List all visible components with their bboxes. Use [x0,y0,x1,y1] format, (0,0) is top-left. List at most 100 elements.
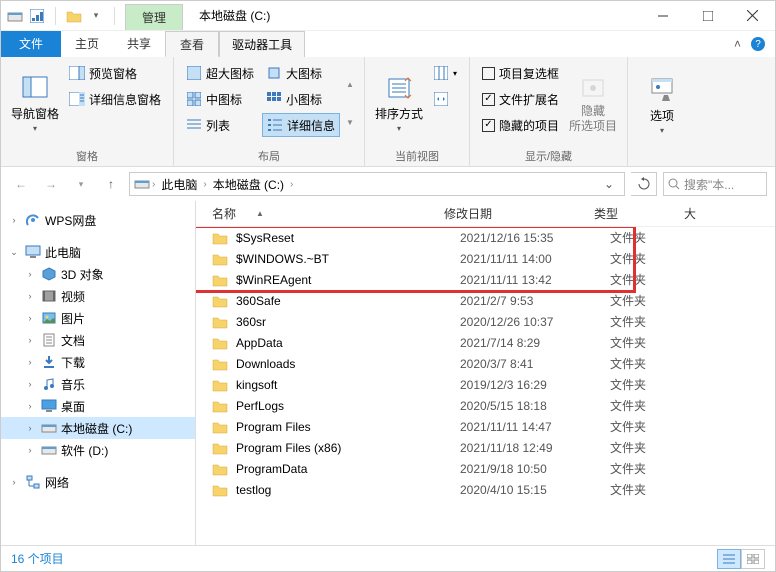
item-checkboxes-toggle[interactable]: 项目复选框 [478,61,563,85]
layout-list[interactable]: 列表 [182,113,258,137]
file-name: ProgramData [236,462,460,476]
tab-view[interactable]: 查看 [165,31,219,57]
nav-drive-c[interactable]: ›本地磁盘 (C:) [1,417,195,439]
table-row[interactable]: testlog2020/4/10 15:15文件夹 [196,479,775,500]
nav-music[interactable]: ›音乐 [1,373,195,395]
minimize-button[interactable] [640,1,685,31]
preview-pane-button[interactable]: 预览窗格 [65,61,165,85]
file-extensions-toggle[interactable]: ✓文件扩展名 [478,87,563,111]
layout-large[interactable]: 大图标 [262,61,340,85]
navigation-pane: ›WPS网盘 ⌄此电脑 ›3D 对象 ›视频 ›图片 ›文档 ›下载 ›音乐 ›… [1,201,196,545]
nav-3d-objects[interactable]: ›3D 对象 [1,263,195,285]
address-bar: ← → ▾ ↑ › 此电脑 › 本地磁盘 (C:) › ⌄ 搜索"本... [1,167,775,201]
file-date: 2021/11/18 12:49 [460,441,610,455]
sort-button[interactable]: 排序方式 ▾ [373,61,425,146]
file-type: 文件夹 [610,481,700,498]
hide-selected-button[interactable]: 隐藏 所选项目 [567,61,619,146]
context-tab-manage[interactable]: 管理 [125,4,183,30]
file-date: 2021/12/16 15:35 [460,231,610,245]
layout-medium[interactable]: 中图标 [182,87,258,111]
file-name: AppData [236,336,460,350]
table-row[interactable]: AppData2021/7/14 8:29文件夹 [196,332,775,353]
folder-icon [212,357,228,371]
table-row[interactable]: Program Files (x86)2021/11/18 12:49文件夹 [196,437,775,458]
nav-pictures[interactable]: ›图片 [1,307,195,329]
table-row[interactable]: Program Files2021/11/11 14:47文件夹 [196,416,775,437]
tab-share[interactable]: 共享 [113,31,165,57]
size-cols-button[interactable] [429,87,461,111]
forward-button[interactable]: → [39,172,63,196]
file-date: 2021/7/14 8:29 [460,336,610,350]
nav-desktop[interactable]: ›桌面 [1,395,195,417]
nav-documents[interactable]: ›文档 [1,329,195,351]
ribbon-tabs: 文件 主页 共享 查看 驱动器工具 ˄ ? [1,31,775,57]
qat-dropdown[interactable]: ▾ [88,8,104,24]
table-row[interactable]: $WinREAgent2021/11/11 13:42文件夹 [196,269,775,290]
layout-details[interactable]: 详细信息 [262,113,340,137]
details-pane-button[interactable]: 详细信息窗格 [65,87,165,111]
nav-videos[interactable]: ›视频 [1,285,195,307]
table-row[interactable]: Downloads2020/3/7 8:41文件夹 [196,353,775,374]
file-type: 文件夹 [610,397,700,414]
recent-button[interactable]: ▾ [69,172,93,196]
path-box[interactable]: › 此电脑 › 本地磁盘 (C:) › ⌄ [129,172,625,196]
view-details-button[interactable] [717,549,741,569]
file-name: Downloads [236,357,460,371]
column-headers: 名称▲ 修改日期 类型 大 [196,201,775,227]
refresh-button[interactable] [631,172,657,196]
col-header-type[interactable]: 类型 [594,205,684,222]
table-row[interactable]: PerfLogs2020/5/15 18:18文件夹 [196,395,775,416]
nav-network[interactable]: ›网络 [1,471,195,493]
folder-qat-icon[interactable] [66,8,82,24]
table-row[interactable]: ProgramData2021/9/18 10:50文件夹 [196,458,775,479]
table-row[interactable]: $WINDOWS.~BT2021/11/11 14:00文件夹 [196,248,775,269]
file-date: 2021/11/11 14:47 [460,420,610,434]
file-type: 文件夹 [610,271,700,288]
folder-icon [212,315,228,329]
tab-drive-tools[interactable]: 驱动器工具 [219,31,305,57]
properties-icon[interactable] [29,8,45,24]
file-list[interactable]: $SysReset2021/12/16 15:35文件夹$WINDOWS.~BT… [196,227,775,545]
layout-small[interactable]: 小图标 [262,87,340,111]
ribbon-group-panes: 导航窗格 ▾ 预览窗格 详细信息窗格 窗格 [1,57,174,166]
nav-pane-button[interactable]: 导航窗格 ▾ [9,61,61,146]
ribbon-group-layout: 超大图标 中图标 列表 大图标 小图标 详细信息 ▲▼ 布局 [174,57,365,166]
col-header-date[interactable]: 修改日期 [444,205,594,222]
col-header-size[interactable]: 大 [684,205,696,222]
breadcrumb-drive[interactable]: 本地磁盘 (C:) [209,176,288,193]
collapse-ribbon-icon[interactable]: ˄ [734,37,741,51]
options-button[interactable]: 选项 ▾ [636,61,688,150]
file-date: 2020/3/7 8:41 [460,357,610,371]
add-cols-button[interactable]: ▾ [429,61,461,85]
folder-icon [212,399,228,413]
main-area: ›WPS网盘 ⌄此电脑 ›3D 对象 ›视频 ›图片 ›文档 ›下载 ›音乐 ›… [1,201,775,545]
folder-icon [212,483,228,497]
maximize-button[interactable] [685,1,730,31]
file-name: 360sr [236,315,460,329]
close-button[interactable] [730,1,775,31]
tab-file[interactable]: 文件 [1,31,61,57]
table-row[interactable]: 360sr2020/12/26 10:37文件夹 [196,311,775,332]
col-header-name[interactable]: 名称▲ [212,205,444,222]
breadcrumb-this-pc[interactable]: 此电脑 [157,176,201,193]
nav-drive-d[interactable]: ›软件 (D:) [1,439,195,461]
nav-downloads[interactable]: ›下载 [1,351,195,373]
up-button[interactable]: ↑ [99,172,123,196]
path-dropdown[interactable]: ⌄ [598,177,620,191]
hidden-items-toggle[interactable]: ✓隐藏的项目 [478,113,563,137]
help-icon[interactable]: ? [751,37,765,51]
status-bar: 16 个项目 [1,545,775,571]
tab-home[interactable]: 主页 [61,31,113,57]
view-icons-button[interactable] [741,549,765,569]
back-button[interactable]: ← [9,172,33,196]
file-date: 2021/11/11 13:42 [460,273,610,287]
nav-this-pc[interactable]: ⌄此电脑 [1,241,195,263]
layout-extra-large[interactable]: 超大图标 [182,61,258,85]
table-row[interactable]: 360Safe2021/2/7 9:53文件夹 [196,290,775,311]
table-row[interactable]: kingsoft2019/12/3 16:29文件夹 [196,374,775,395]
file-type: 文件夹 [610,418,700,435]
table-row[interactable]: $SysReset2021/12/16 15:35文件夹 [196,227,775,248]
nav-wps[interactable]: ›WPS网盘 [1,209,195,231]
search-input[interactable]: 搜索"本... [663,172,767,196]
folder-icon [212,441,228,455]
